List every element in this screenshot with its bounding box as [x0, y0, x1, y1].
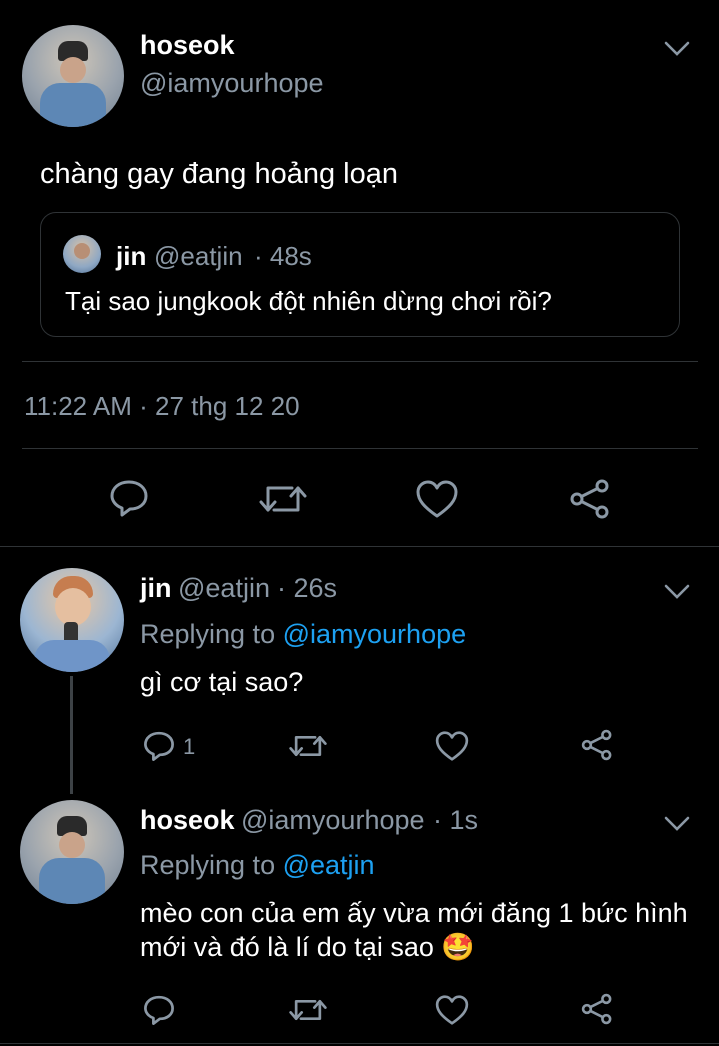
replying-to-link[interactable]: @eatjin	[283, 850, 375, 880]
author-handle[interactable]: @iamyourhope	[140, 68, 324, 99]
reply-icon[interactable]	[108, 478, 150, 518]
replying-to-link[interactable]: @iamyourhope	[283, 619, 467, 649]
reply-author-name[interactable]: jin	[140, 573, 172, 604]
replying-to-prefix: Replying to	[140, 619, 276, 649]
share-icon[interactable]	[568, 477, 612, 521]
chevron-down-icon[interactable]	[663, 38, 691, 58]
retweet-icon[interactable]	[288, 995, 328, 1025]
thread-line	[70, 676, 73, 794]
quoted-text: Tại sao jungkook đột nhiên dừng chơi rồi…	[65, 286, 552, 316]
quoted-time: · 48s	[254, 241, 312, 271]
reply-time: · 26s	[277, 573, 338, 603]
avatar-jin-small	[63, 235, 101, 273]
quoted-tweet-card[interactable]: jin @eatjin · 48s Tại sao jungkook đột n…	[40, 212, 680, 337]
divider	[22, 361, 698, 362]
reply-text-line1: mèo con của em ấy vừa mới đăng 1 bức hìn…	[140, 898, 688, 928]
quoted-author-name: jin	[116, 241, 147, 271]
divider	[22, 448, 698, 449]
replying-to-prefix: Replying to	[140, 850, 276, 880]
avatar-jin[interactable]	[20, 568, 124, 672]
like-icon[interactable]	[434, 993, 470, 1027]
star-struck-emoji: 🤩	[441, 932, 475, 963]
reply-time: · 1s	[433, 805, 479, 835]
reply-author-handle[interactable]: @iamyourhope	[241, 805, 425, 836]
reply-author-name[interactable]: hoseok	[140, 805, 235, 836]
quoted-author-handle: @eatjin	[154, 241, 243, 271]
chevron-down-icon[interactable]	[663, 813, 691, 833]
reply-text-line2-text: mới và đó là lí do tại sao	[140, 932, 434, 962]
share-icon[interactable]	[580, 992, 614, 1026]
reply-author-handle[interactable]: @eatjin	[178, 573, 270, 604]
tweet-text: chàng gay đang hoảng loạn	[40, 158, 398, 190]
replying-to-line: Replying to @iamyourhope	[140, 619, 466, 650]
reply-icon[interactable]	[142, 994, 176, 1026]
chevron-down-icon[interactable]	[663, 581, 691, 601]
like-icon[interactable]	[434, 729, 470, 763]
reply-text: gì cơ tại sao?	[140, 667, 304, 697]
tweet-timestamp: 11:22 AM · 27 thg 12 20	[24, 391, 300, 421]
reply-count: 1	[183, 734, 196, 759]
replying-to-line: Replying to @eatjin	[140, 850, 375, 881]
share-icon[interactable]	[580, 728, 614, 762]
retweet-icon[interactable]	[258, 480, 308, 518]
avatar-hoseok[interactable]	[20, 800, 124, 904]
like-icon[interactable]	[414, 478, 460, 520]
avatar-hoseok[interactable]	[22, 25, 124, 127]
reply-icon[interactable]	[142, 730, 176, 762]
bottom-divider	[0, 1043, 719, 1044]
author-name[interactable]: hoseok	[140, 30, 235, 61]
retweet-icon[interactable]	[288, 731, 328, 761]
section-divider	[0, 546, 719, 547]
reply-text-line2: mới và đó là lí do tại sao 🤩	[140, 931, 475, 963]
